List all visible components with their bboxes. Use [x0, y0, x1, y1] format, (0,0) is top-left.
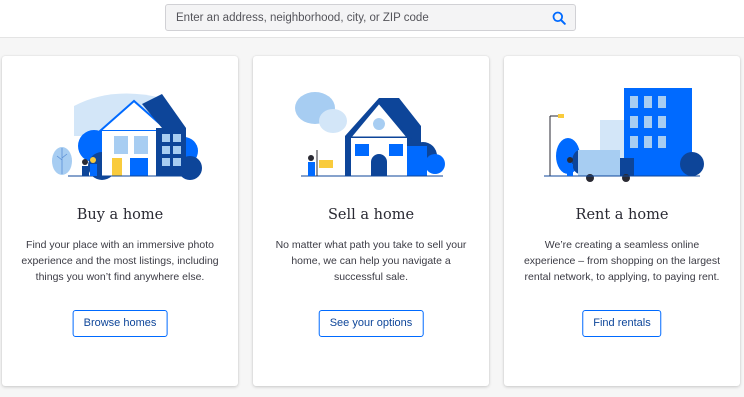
search-button[interactable]	[543, 5, 575, 30]
card-description: No matter what path you take to sell you…	[275, 239, 467, 283]
card-title: Sell a home	[327, 207, 415, 223]
house-with-people-illustration	[52, 93, 202, 180]
card-title: Rent a home	[575, 207, 669, 223]
search-box	[165, 4, 576, 31]
see-your-options-button[interactable]: See your options	[318, 310, 424, 337]
rent-home-card: Rent a home We’re creating a seamless on…	[504, 56, 740, 386]
search-icon	[552, 11, 566, 25]
top-search-bar	[0, 0, 744, 38]
browse-homes-button[interactable]: Browse homes	[72, 310, 168, 337]
find-rentals-button[interactable]: Find rentals	[582, 310, 662, 337]
search-input[interactable]	[176, 11, 543, 24]
buy-home-card: Buy a home Find your place with an immer…	[2, 56, 238, 386]
house-with-sign-illustration	[295, 92, 445, 177]
apartment-with-truck-illustration	[544, 88, 704, 182]
sell-home-card: Sell a home No matter what path you take…	[253, 56, 489, 386]
card-title: Buy a home	[76, 207, 164, 223]
card-description: Find your place with an immersive photo …	[21, 239, 219, 283]
card-description: We’re creating a seamless online experie…	[523, 239, 721, 283]
